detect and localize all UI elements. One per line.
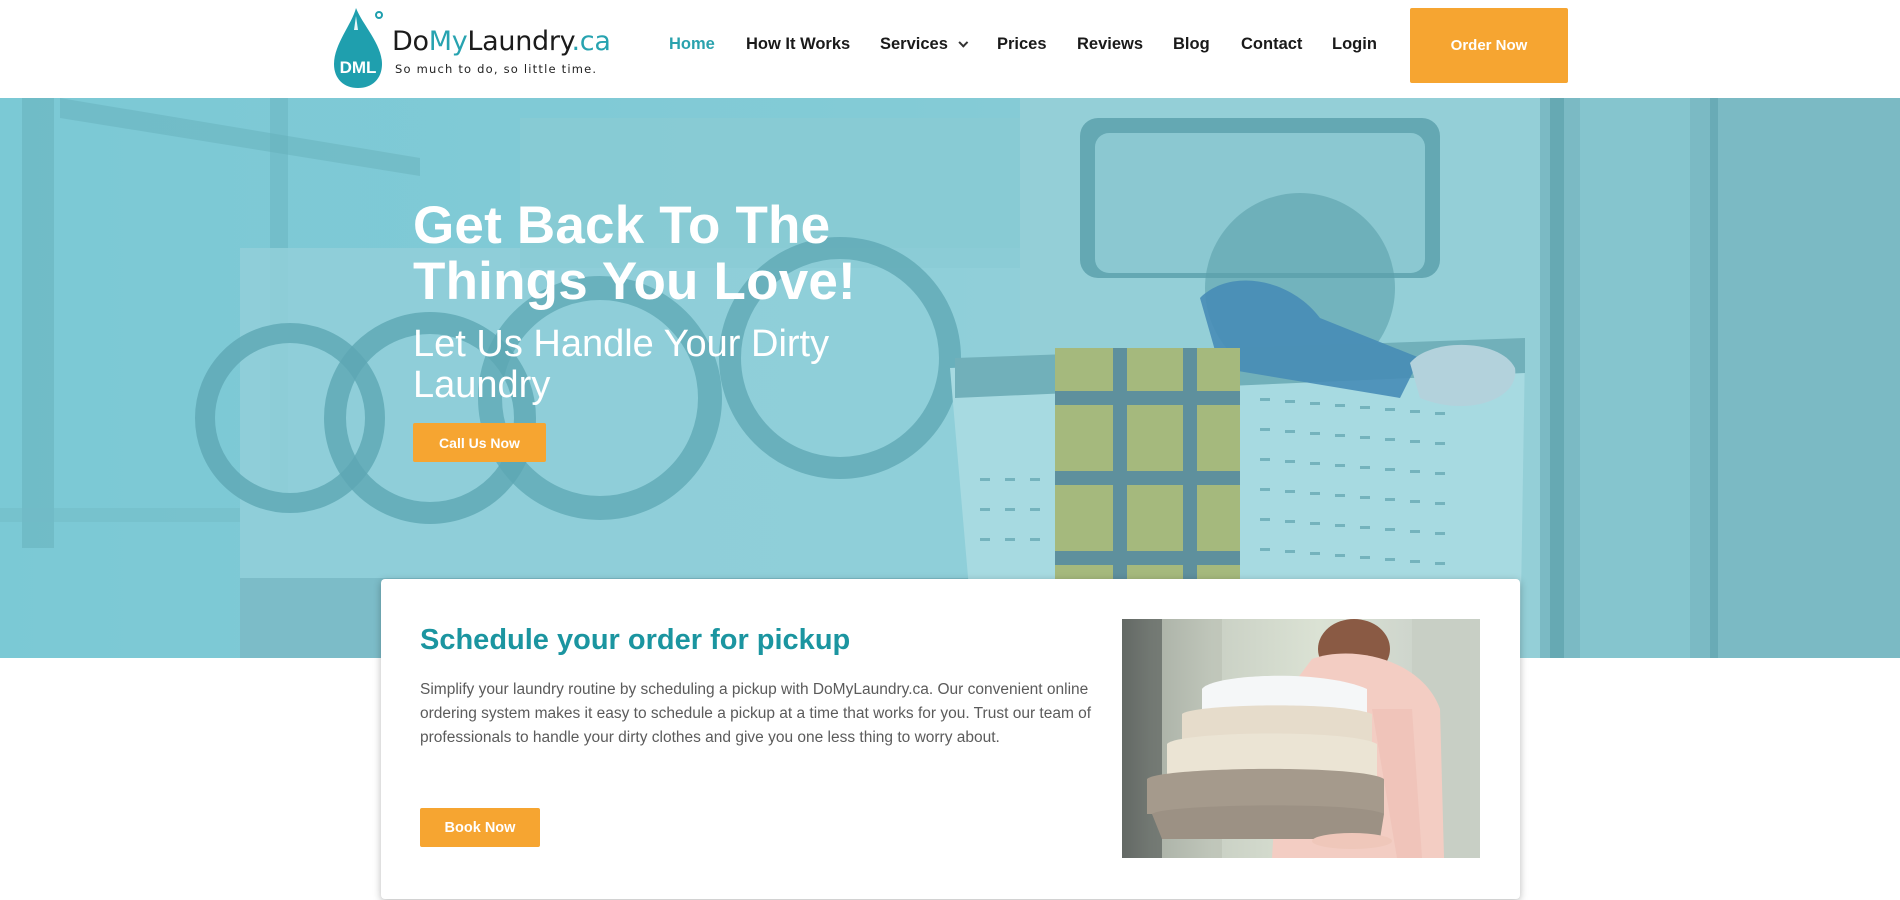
- nav-services-label: Services: [880, 35, 948, 53]
- brand-name-accent: My: [428, 26, 468, 57]
- chevron-down-icon: [958, 37, 969, 48]
- brand-tagline: So much to do, so little time.: [395, 62, 598, 76]
- hero-overlay: [0, 98, 1900, 658]
- hero-title: Get Back To The Things You Love!: [413, 196, 856, 311]
- water-drop-logo-icon: DML: [334, 8, 383, 88]
- nav-how-it-works[interactable]: How It Works: [746, 35, 850, 54]
- towels-illustration: [1122, 619, 1480, 858]
- schedule-title: Schedule your order for pickup: [420, 624, 851, 656]
- page: DML DoMyLaundry.ca So much to do, so lit…: [0, 0, 1900, 900]
- nav-prices[interactable]: Prices: [997, 35, 1047, 54]
- hero-section: Get Back To The Things You Love! Let Us …: [0, 98, 1900, 658]
- call-us-now-button[interactable]: Call Us Now: [413, 423, 546, 462]
- towels-image: [1122, 619, 1480, 858]
- nav-home[interactable]: Home: [669, 35, 715, 54]
- order-now-button[interactable]: Order Now: [1410, 8, 1568, 83]
- nav-login[interactable]: Login: [1332, 35, 1377, 54]
- schedule-description: Simplify your laundry routine by schedul…: [420, 681, 1092, 746]
- hero-content: Get Back To The Things You Love! Let Us …: [413, 198, 933, 462]
- nav-blog[interactable]: Blog: [1173, 35, 1210, 54]
- site-header: DML DoMyLaundry.ca So much to do, so lit…: [0, 0, 1900, 98]
- hero-subtitle: Let Us Handle Your Dirty Laundry: [413, 323, 830, 406]
- brand-name-main: Laundry: [467, 26, 572, 57]
- brand-name-prefix: Do: [392, 26, 429, 57]
- brand-name-suffix: .ca: [571, 26, 611, 57]
- schedule-pickup-card: Schedule your order for pickup Simplify …: [381, 579, 1520, 899]
- nav-contact[interactable]: Contact: [1241, 35, 1302, 54]
- nav-services[interactable]: Services: [880, 35, 969, 54]
- nav-reviews[interactable]: Reviews: [1077, 35, 1143, 54]
- site-logo[interactable]: DML DoMyLaundry.ca So much to do, so lit…: [332, 6, 622, 90]
- logo-mark-text: DML: [340, 58, 377, 77]
- book-now-button[interactable]: Book Now: [420, 808, 540, 847]
- brand-name: DoMyLaundry.ca: [392, 26, 611, 57]
